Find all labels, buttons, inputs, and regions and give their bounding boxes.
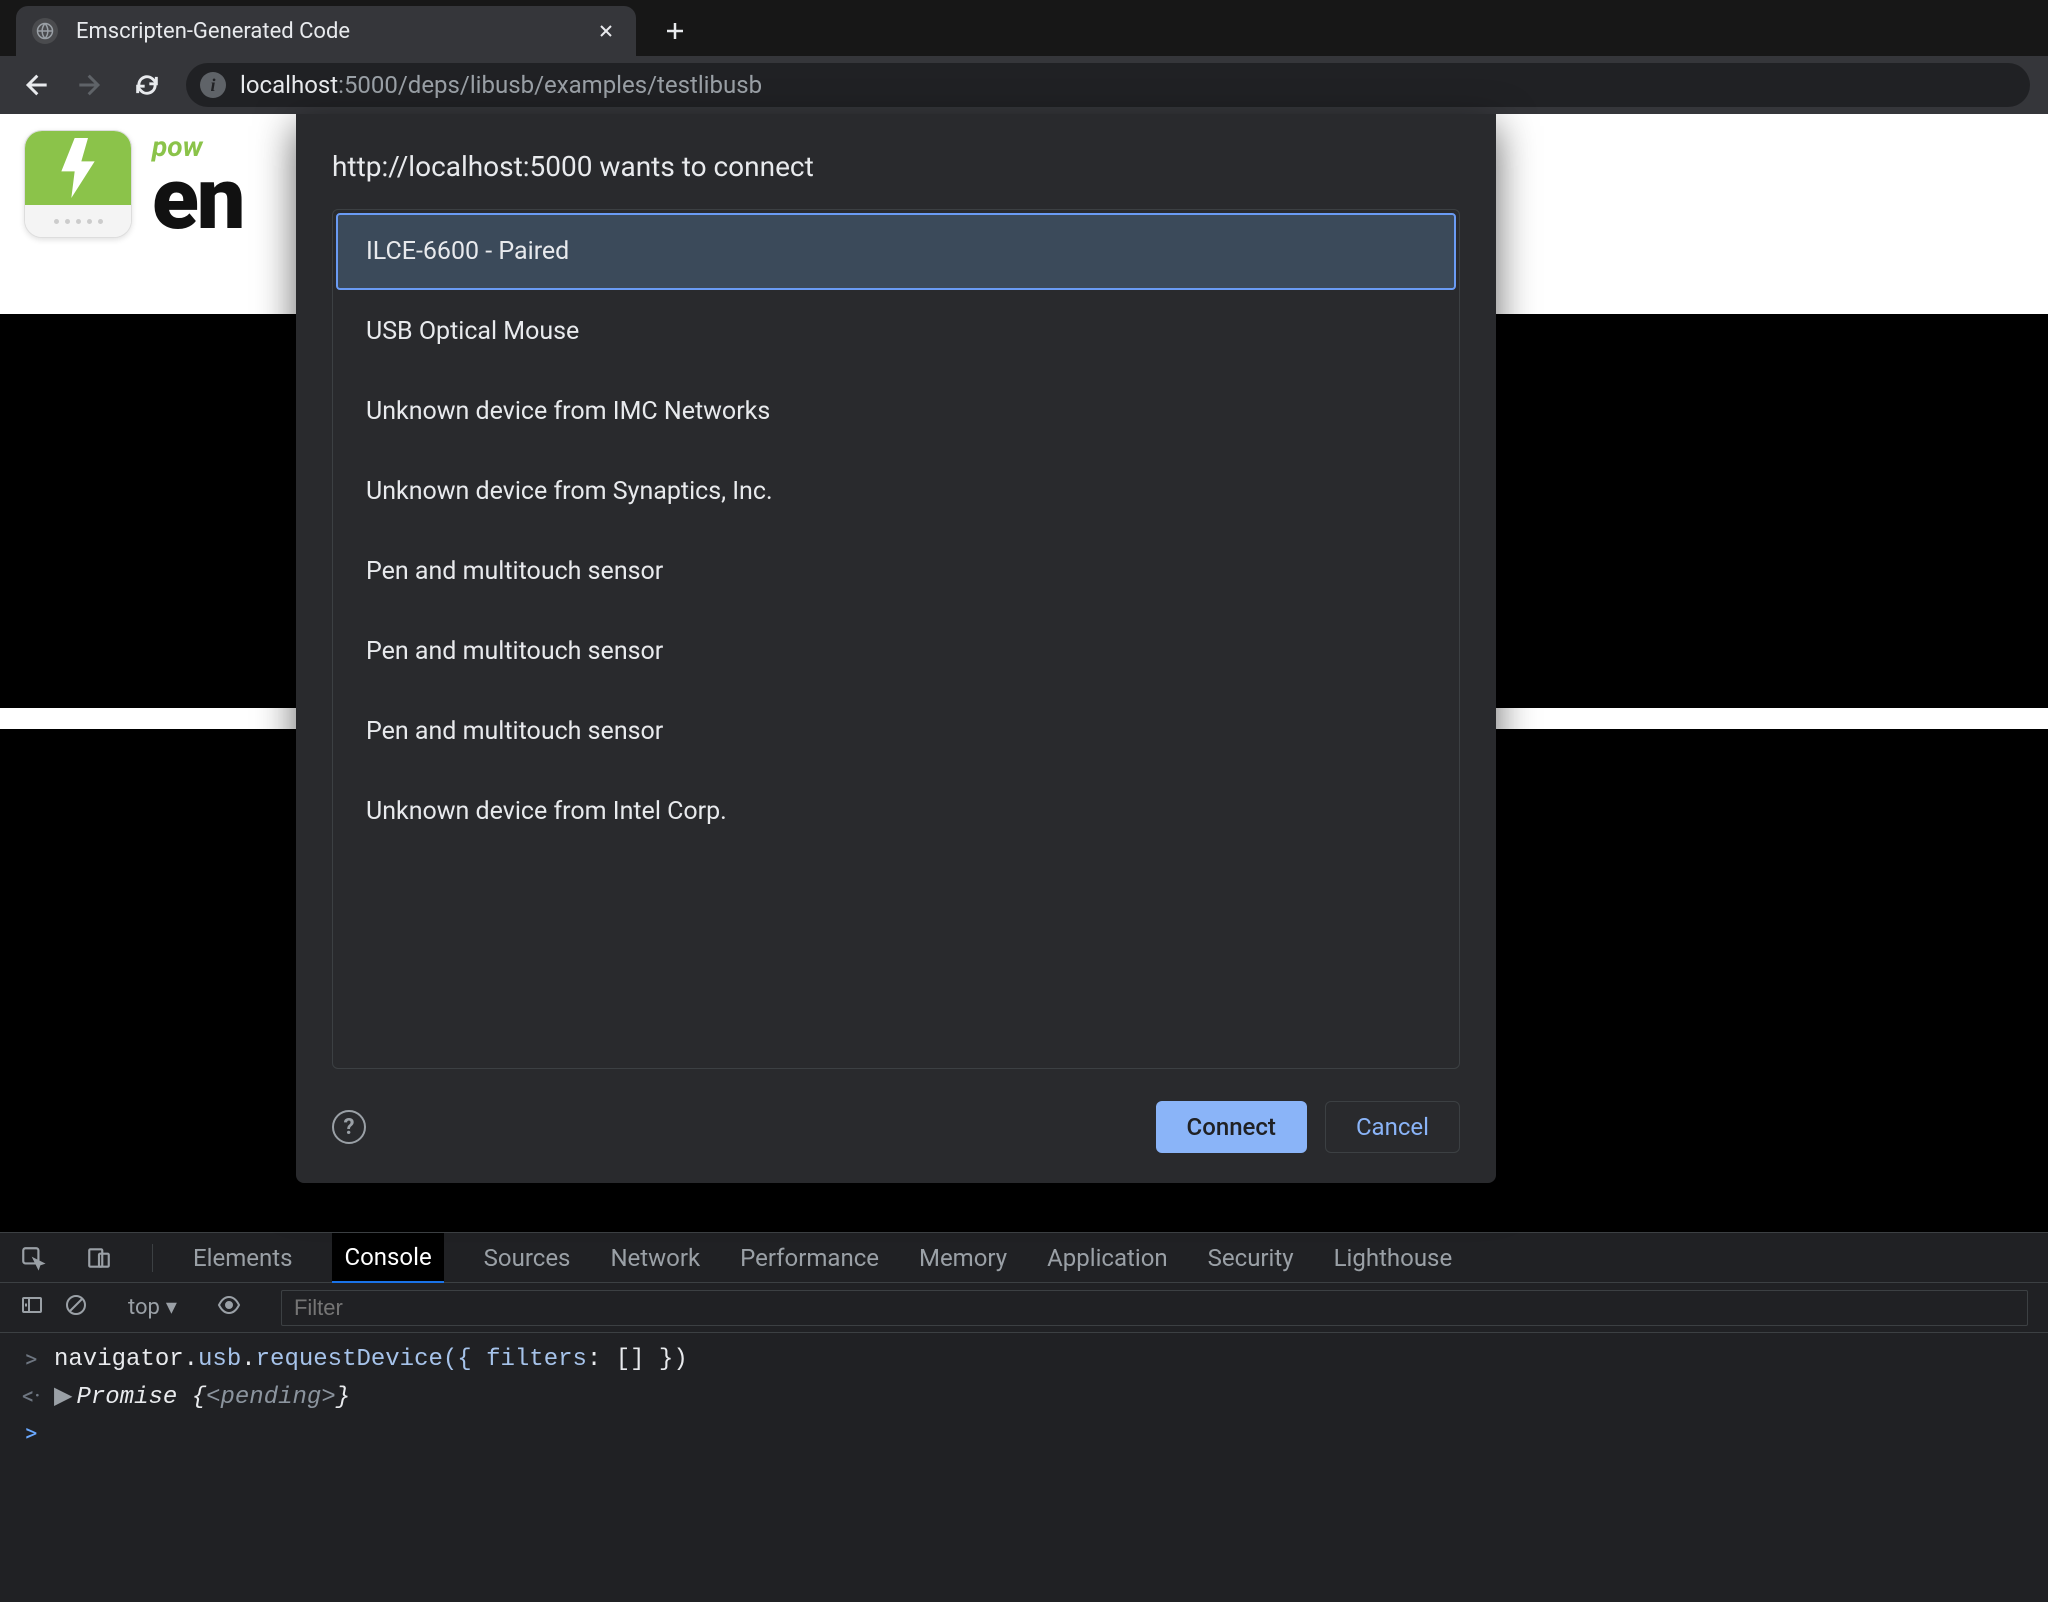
help-icon[interactable]: ? <box>332 1110 366 1144</box>
devtools-tab-performance[interactable]: Performance <box>740 1244 879 1272</box>
emscripten-logo <box>24 130 132 238</box>
sidebar-toggle-icon[interactable] <box>20 1293 44 1323</box>
devtools-filter-bar: top▾ <box>0 1283 2048 1333</box>
device-item[interactable]: Pen and multitouch sensor <box>336 533 1456 610</box>
back-button[interactable] <box>18 68 52 102</box>
devtools-tab-lighthouse[interactable]: Lighthouse <box>1334 1244 1453 1272</box>
connect-button[interactable]: Connect <box>1156 1101 1307 1153</box>
devtools-tab-application[interactable]: Application <box>1047 1244 1168 1272</box>
tab-title: Emscripten-Generated Code <box>76 19 350 44</box>
devtools-tab-network[interactable]: Network <box>610 1244 700 1272</box>
device-list: ILCE-6600 - PairedUSB Optical MouseUnkno… <box>332 209 1460 1069</box>
device-item[interactable]: Pen and multitouch sensor <box>336 613 1456 690</box>
device-item[interactable]: Unknown device from Intel Corp. <box>336 773 1456 850</box>
tab-close-icon[interactable] <box>594 19 618 43</box>
inspect-element-icon[interactable] <box>20 1245 46 1271</box>
cancel-button[interactable]: Cancel <box>1325 1101 1460 1153</box>
forward-button[interactable] <box>74 68 108 102</box>
console-output[interactable]: > navigator.usb.requestDevice({ filters:… <box>0 1333 2048 1602</box>
browser-toolbar: i localhost:5000/deps/libusb/examples/te… <box>0 56 2048 114</box>
globe-icon <box>32 18 58 44</box>
emscripten-wordmark: pow en <box>152 130 243 234</box>
devtools-tab-sources[interactable]: Sources <box>484 1244 571 1272</box>
device-item[interactable]: Unknown device from IMC Networks <box>336 373 1456 450</box>
devtools-tab-security[interactable]: Security <box>1208 1244 1294 1272</box>
console-input-line: > navigator.usb.requestDevice({ filters:… <box>0 1341 2048 1377</box>
console-prompt[interactable]: > <box>0 1415 2048 1451</box>
device-item[interactable]: ILCE-6600 - Paired <box>336 213 1456 290</box>
devtools-tab-elements[interactable]: Elements <box>193 1244 292 1272</box>
device-item[interactable]: Unknown device from Synaptics, Inc. <box>336 453 1456 530</box>
devtools-tab-memory[interactable]: Memory <box>919 1244 1007 1272</box>
clear-console-icon[interactable] <box>64 1293 88 1323</box>
device-item[interactable]: USB Optical Mouse <box>336 293 1456 370</box>
live-expression-icon[interactable] <box>217 1293 241 1323</box>
browser-tab[interactable]: Emscripten-Generated Code <box>16 6 636 56</box>
context-selector[interactable]: top▾ <box>128 1295 177 1320</box>
new-tab-button[interactable] <box>650 6 700 56</box>
page-viewport: pow en http://localhost:5000 wants to co… <box>0 114 2048 1602</box>
site-info-icon[interactable]: i <box>200 72 226 98</box>
devtools-tabs: Elements Console Sources Network Performance… <box>0 1233 2048 1283</box>
devtools-panel: Elements Console Sources Network Performance… <box>0 1232 2048 1602</box>
dialog-title: http://localhost:5000 wants to connect <box>332 150 1460 183</box>
device-toolbar-icon[interactable] <box>86 1245 112 1271</box>
console-filter-input[interactable] <box>281 1290 2028 1326</box>
device-item[interactable]: Pen and multitouch sensor <box>336 693 1456 770</box>
console-output-line: <· ▶Promise {<pending>} <box>0 1377 2048 1415</box>
browser-tab-bar: Emscripten-Generated Code <box>0 0 2048 56</box>
devtools-tab-console[interactable]: Console <box>332 1233 443 1283</box>
usb-permission-dialog: http://localhost:5000 wants to connect I… <box>296 114 1496 1183</box>
reload-button[interactable] <box>130 68 164 102</box>
url-text: localhost:5000/deps/libusb/examples/test… <box>240 71 762 99</box>
address-bar[interactable]: i localhost:5000/deps/libusb/examples/te… <box>186 63 2030 107</box>
